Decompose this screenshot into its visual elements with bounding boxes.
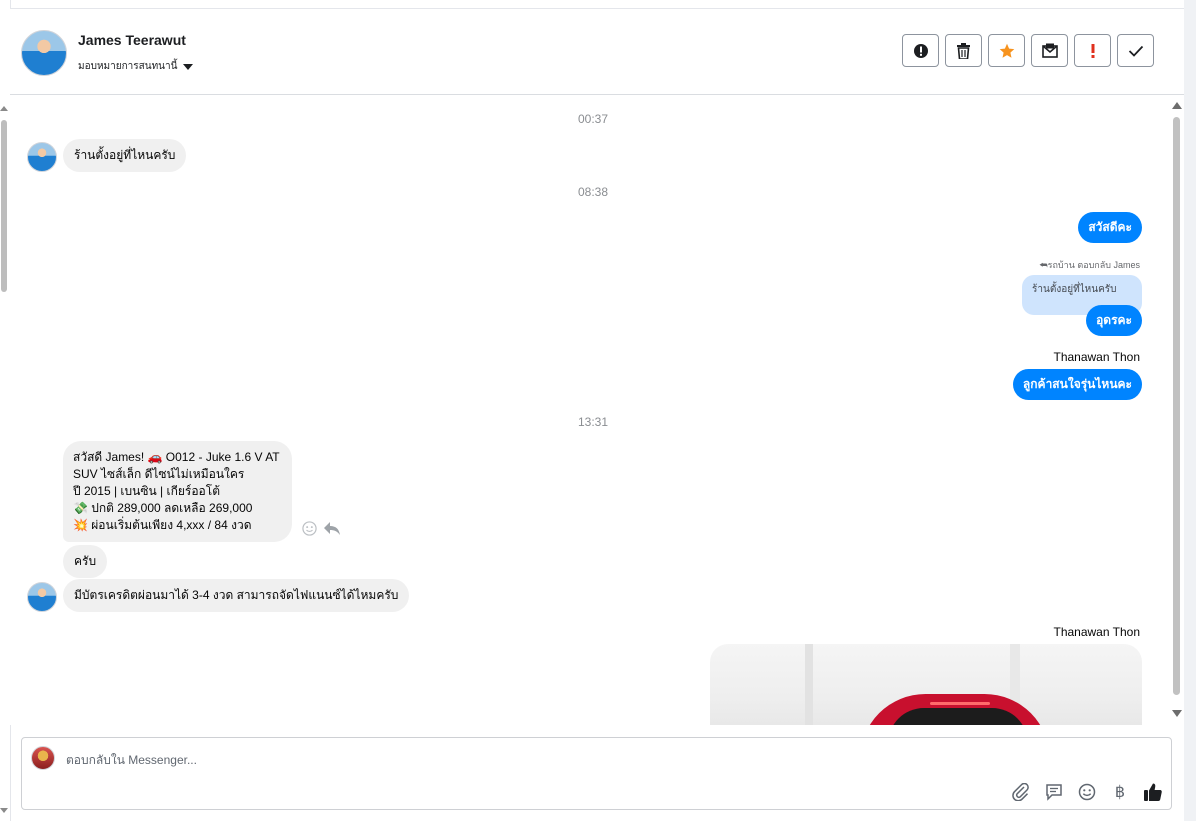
timestamp: 13:31 — [577, 415, 609, 429]
caret-down-icon — [183, 63, 194, 70]
sender-avatar — [27, 582, 57, 612]
page-avatar — [31, 746, 55, 770]
emoji-react-icon[interactable] — [302, 521, 317, 536]
contact-avatar[interactable] — [21, 30, 67, 76]
outgoing-message[interactable]: สวัสดีคะ — [1078, 212, 1142, 243]
message-line: สวัสดี James! 🚗 O012 - Juke 1.6 V AT — [73, 450, 280, 464]
saved-reply-button[interactable] — [1044, 782, 1064, 802]
message-line: ปี 2015 | เบนซิน | เกียร์ออโต้ — [73, 484, 220, 498]
message-line: 💸 ปกติ 289,000 ลดเหลือ 269,000 — [73, 501, 253, 515]
sender-avatar — [27, 142, 57, 172]
avatar — [27, 582, 57, 612]
attach-button[interactable] — [1011, 782, 1031, 802]
emoji-icon — [1078, 783, 1096, 801]
like-button[interactable] — [1143, 782, 1163, 802]
photo-background — [805, 644, 813, 725]
incoming-message[interactable]: ร้านตั้งอยู่ที่ไหนครับ — [63, 139, 187, 172]
scrollbar-thumb[interactable] — [1173, 117, 1180, 695]
message-actions — [302, 521, 341, 536]
mark-done-button[interactable] — [1117, 34, 1154, 67]
delete-button[interactable] — [945, 34, 982, 67]
scroll-up-arrow[interactable] — [0, 106, 8, 111]
avatar — [27, 142, 57, 172]
assign-conversation-dropdown[interactable]: มอบหมายการสนทนานี้ — [78, 59, 194, 74]
reply-composer: ฿ — [21, 737, 1172, 810]
reply-arrow-icon: ⮪ — [1039, 260, 1048, 270]
car-window — [888, 708, 1028, 725]
scroll-down-arrow[interactable] — [0, 808, 8, 813]
scroll-down-arrow[interactable] — [1172, 710, 1182, 717]
payment-button[interactable]: ฿ — [1110, 782, 1130, 802]
car-highlight — [930, 702, 990, 705]
star-icon — [999, 43, 1014, 58]
outgoing-message[interactable]: อุดรคะ — [1086, 305, 1142, 336]
thread-scrollbar[interactable] — [1170, 95, 1184, 725]
mark-unread-button[interactable] — [1031, 34, 1068, 67]
outgoing-message[interactable]: ลูกค้าสนใจรุ่นไหนคะ — [1012, 369, 1142, 400]
composer-tools: ฿ — [1011, 782, 1163, 802]
header-actions — [902, 34, 1154, 67]
paperclip-icon — [1012, 783, 1029, 801]
car-image — [860, 694, 1050, 725]
exclamation-icon — [1091, 43, 1094, 58]
timestamp: 08:38 — [577, 185, 609, 199]
message-thread[interactable]: 00:37 ร้านตั้งอยู่ที่ไหนครับ 08:38 สวัสด… — [10, 95, 1170, 725]
mark-important-button[interactable] — [1074, 34, 1111, 67]
conversation-header: James Teerawut มอบหมายการสนทนานี้ — [10, 9, 1184, 95]
incoming-message[interactable]: สวัสดี James! 🚗 O012 - Juke 1.6 V AT SUV… — [63, 441, 292, 542]
saved-reply-icon — [1046, 784, 1062, 801]
right-gutter — [1184, 0, 1196, 821]
baht-icon: ฿ — [1114, 784, 1126, 801]
assign-label: มอบหมายการสนทนานี้ — [78, 61, 178, 72]
trash-icon — [957, 42, 970, 59]
timestamp: 00:37 — [577, 112, 609, 126]
sender-name: Thanawan Thon — [1053, 625, 1140, 639]
incoming-message[interactable]: ครับ — [63, 545, 108, 578]
check-icon — [1128, 45, 1143, 57]
alert-circle-icon — [913, 43, 928, 58]
car-photo-attachment[interactable] — [710, 644, 1142, 725]
message-line: SUV ไซส์เล็ก ดีไซน์ไม่เหมือนใคร — [73, 467, 245, 481]
reply-input[interactable] — [64, 748, 1068, 772]
reply-context-label: ⮪รถบ้าน ตอบกลับ James — [1039, 260, 1140, 270]
sender-name: Thanawan Thon — [1053, 350, 1140, 364]
star-button[interactable] — [988, 34, 1025, 67]
thumbs-up-icon — [1144, 783, 1162, 801]
mark-spam-button[interactable] — [902, 34, 939, 67]
contact-name[interactable]: James Teerawut — [78, 32, 186, 48]
emoji-button[interactable] — [1077, 782, 1097, 802]
scroll-up-arrow[interactable] — [1172, 102, 1182, 109]
message-line: 💥 ผ่อนเริ่มต้นเพียง 4,xxx / 84 งวด — [73, 518, 252, 532]
scrollbar-thumb[interactable] — [1, 120, 7, 292]
reply-icon[interactable] — [323, 521, 341, 536]
envelope-icon — [1041, 43, 1058, 58]
incoming-message[interactable]: มีบัตรเครดิตผ่อนมาได้ 3-4 งวด สามารถจัดไ… — [63, 579, 410, 612]
